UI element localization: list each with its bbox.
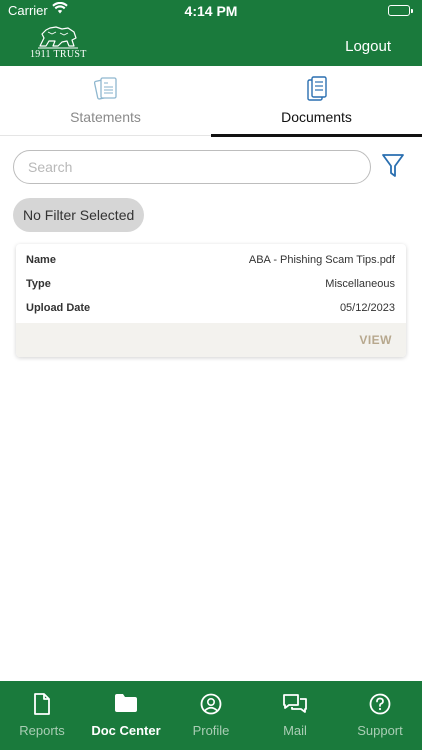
chat-icon <box>253 693 337 717</box>
statements-icon <box>0 76 211 104</box>
nav-mail-label: Mail <box>283 723 307 738</box>
active-tab-indicator <box>211 134 422 137</box>
folder-icon <box>84 693 168 717</box>
doc-type-value: Miscellaneous <box>325 278 395 290</box>
nav-reports-label: Reports <box>19 723 65 738</box>
tab-documents[interactable]: Documents <box>211 66 422 137</box>
documents-icon <box>211 76 422 104</box>
doc-date-row: Upload Date 05/12/2023 <box>26 302 395 320</box>
tab-statements[interactable]: Statements <box>0 66 211 136</box>
tab-statements-label: Statements <box>70 109 141 125</box>
doc-date-value: 05/12/2023 <box>339 302 395 314</box>
logo-text: 1911 TRUST <box>30 49 87 60</box>
logout-button[interactable]: Logout <box>345 38 391 55</box>
lion-logo-icon <box>38 26 78 49</box>
nav-mail[interactable]: Mail <box>253 681 337 750</box>
doc-type-row: Type Miscellaneous <box>26 278 395 296</box>
doc-type-label: Type <box>26 278 51 290</box>
help-icon <box>338 693 422 717</box>
doc-name-value: ABA - Phishing Scam Tips.pdf <box>248 254 395 266</box>
doc-name-row: Name ABA - Phishing Scam Tips.pdf <box>26 254 395 272</box>
nav-doc-center[interactable]: Doc Center <box>84 681 168 750</box>
nav-profile[interactable]: Profile <box>169 681 253 750</box>
nav-support[interactable]: Support <box>338 681 422 750</box>
card-footer: VIEW <box>16 323 406 357</box>
tab-documents-label: Documents <box>281 109 352 125</box>
status-bar: Carrier 4:14 PM <box>0 0 422 22</box>
clock: 4:14 PM <box>184 3 238 19</box>
app-header: Carrier 4:14 PM 1911 TRUST Logout <box>0 0 422 66</box>
nav-profile-label: Profile <box>192 723 230 738</box>
filter-icon[interactable] <box>381 152 407 182</box>
nav-reports[interactable]: Reports <box>0 681 84 750</box>
profile-icon <box>169 693 253 717</box>
view-button[interactable]: VIEW <box>359 333 392 347</box>
nav-support-label: Support <box>357 723 403 738</box>
document-icon <box>0 693 84 717</box>
bottom-nav: Reports Doc Center Profile Mail Support <box>0 681 422 750</box>
document-card: Name ABA - Phishing Scam Tips.pdf Type M… <box>16 244 406 357</box>
search-input[interactable] <box>13 150 371 184</box>
doc-date-label: Upload Date <box>26 302 91 314</box>
brand-logo: 1911 TRUST <box>30 24 86 64</box>
nav-doc-center-label: Doc Center <box>91 723 161 738</box>
filter-chip[interactable]: No Filter Selected <box>13 198 145 232</box>
doc-name-label: Name <box>26 254 56 266</box>
battery-icon <box>388 5 413 16</box>
doc-tabs: Statements Documents <box>0 66 422 137</box>
